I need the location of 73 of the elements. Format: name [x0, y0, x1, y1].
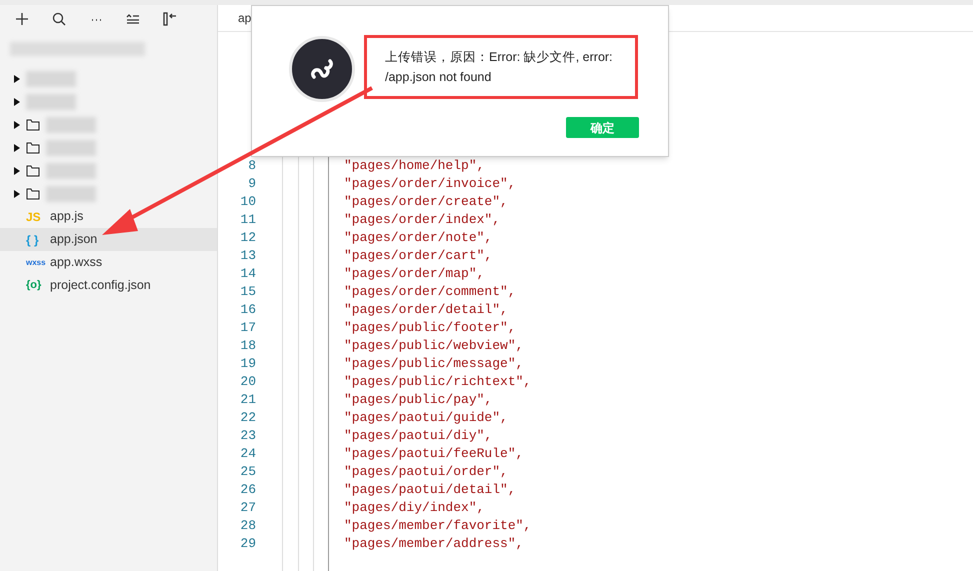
line-number: 12	[239, 229, 256, 248]
code-line: "pages/order/comment",	[344, 283, 516, 302]
code-line: "pages/paotui/diy",	[344, 427, 492, 446]
code-line: "pages/public/richtext",	[344, 373, 532, 392]
code-line: "pages/public/webview",	[344, 337, 524, 356]
code-line: "pages/public/footer",	[344, 319, 516, 338]
line-number: 13	[239, 247, 256, 266]
line-number: 24	[239, 445, 256, 464]
collapsed-arrow-icon[interactable]	[14, 120, 20, 128]
line-number: 20	[239, 373, 256, 392]
code-line: "pages/public/pay",	[344, 391, 492, 410]
error-message: 上传错误，原因：Error: 缺少文件, error: /app.json not found	[364, 35, 638, 99]
line-number: 29	[239, 535, 256, 554]
line-number: 17	[239, 319, 256, 338]
line-number: 18	[239, 337, 256, 356]
collapsed-arrow-icon[interactable]	[14, 166, 20, 174]
code-line: "pages/order/cart",	[344, 247, 492, 266]
folder-icon	[26, 142, 40, 154]
code-line: "pages/order/create",	[344, 193, 508, 212]
code-line: "pages/paotui/guide",	[344, 409, 508, 428]
line-number: 8	[247, 157, 256, 176]
code-line: "pages/order/note",	[344, 229, 492, 248]
file-item[interactable]: wxss app.wxss	[0, 251, 217, 274]
search-icon[interactable]	[51, 11, 67, 27]
editor-tab[interactable]: ap	[238, 9, 252, 27]
code-line: "pages/order/detail",	[344, 301, 508, 320]
line-number: 23	[239, 427, 256, 446]
line-number: 14	[239, 265, 256, 284]
folder-icon	[26, 118, 40, 130]
line-number: 27	[239, 499, 256, 518]
collapsed-arrow-icon[interactable]	[14, 190, 20, 198]
code-line: "pages/public/message",	[344, 355, 524, 374]
line-number: 11	[239, 211, 256, 230]
line-number: 28	[239, 517, 256, 536]
config-file-icon: {o}	[26, 277, 50, 294]
wxss-file-icon: wxss	[26, 256, 50, 268]
line-number: 10	[239, 193, 256, 212]
code-line: "pages/order/invoice",	[344, 175, 516, 194]
folder-icon	[26, 188, 40, 200]
line-number: 26	[239, 481, 256, 500]
code-line: "pages/paotui/detail",	[344, 481, 516, 500]
code-line: "pages/order/index",	[344, 211, 500, 230]
code-line: "pages/paotui/feeRule",	[344, 445, 524, 464]
add-icon[interactable]	[14, 11, 30, 27]
json-file-icon: { }	[26, 230, 50, 248]
blurred-name	[26, 70, 76, 86]
collapsed-arrow-icon[interactable]	[14, 74, 20, 82]
code-line: "pages/member/address",	[344, 535, 524, 554]
file-item[interactable]: { } app.json	[0, 228, 217, 251]
file-item[interactable]: JS app.js	[0, 205, 217, 228]
code-line: "pages/member/favorite",	[344, 517, 532, 536]
line-number: 15	[239, 283, 256, 302]
code-line: "pages/order/map",	[344, 265, 484, 284]
code-line: "pages/home/help",	[344, 157, 484, 176]
code-line: "pages/diy/index",	[344, 499, 484, 518]
code-line: "pages/paotui/order",	[344, 463, 508, 482]
blurred-name	[46, 116, 96, 132]
file-item[interactable]: {o} project.config.json	[0, 274, 217, 297]
blurred-name	[46, 186, 96, 202]
collapsed-arrow-icon[interactable]	[14, 144, 20, 152]
line-number: 19	[239, 355, 256, 374]
js-file-icon: JS	[26, 208, 50, 226]
line-number: 25	[239, 463, 256, 482]
blurred-name	[46, 162, 96, 178]
line-number: 21	[239, 391, 256, 410]
collapsed-arrow-icon[interactable]	[14, 98, 20, 106]
line-number: 16	[239, 301, 256, 320]
folder-icon	[26, 164, 40, 176]
blurred-name	[46, 140, 96, 156]
blurred-name	[26, 94, 76, 110]
line-number: 9	[247, 175, 256, 194]
collapse-panel-icon[interactable]	[162, 11, 178, 27]
line-number: 22	[239, 409, 256, 428]
